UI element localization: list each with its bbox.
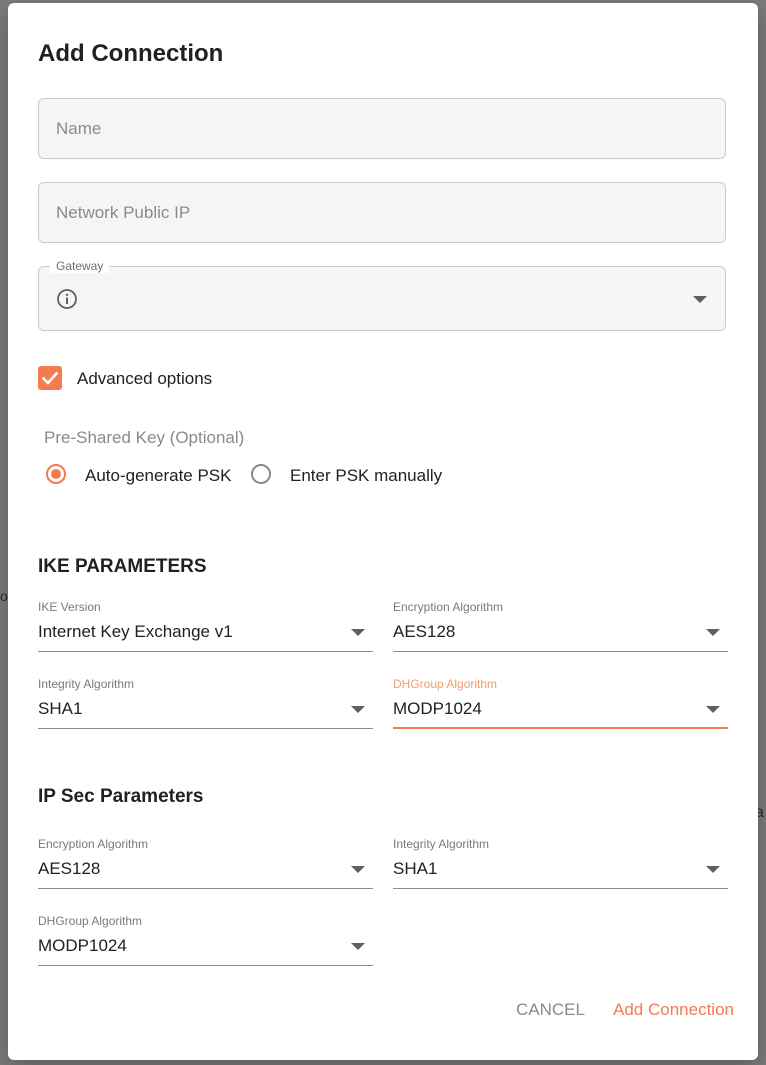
dropdown-arrow-icon (706, 706, 720, 713)
name-input[interactable] (39, 99, 725, 158)
field-label: IKE Version (38, 600, 101, 614)
ipsec-encryption-select[interactable]: Encryption Algorithm AES128 (38, 837, 373, 889)
field-underline (393, 651, 728, 652)
dropdown-arrow-icon (693, 296, 707, 303)
radio-unchecked-icon[interactable] (251, 464, 271, 484)
ike-integrity-select[interactable]: Integrity Algorithm SHA1 (38, 677, 373, 729)
ike-dhgroup-select[interactable]: DHGroup Algorithm MODP1024 (393, 677, 728, 729)
field-value: Internet Key Exchange v1 (38, 622, 233, 641)
psk-heading: Pre-Shared Key (Optional) (44, 428, 245, 447)
ike-parameters-heading: IKE PARAMETERS (38, 556, 207, 577)
field-label: DHGroup Algorithm (393, 677, 498, 691)
field-underline (38, 651, 373, 652)
field-label: Integrity Algorithm (393, 837, 490, 851)
dropdown-arrow-icon (351, 629, 365, 636)
gateway-select[interactable]: Gateway (38, 259, 726, 331)
field-label: DHGroup Algorithm (38, 914, 143, 928)
name-field[interactable] (38, 98, 726, 159)
field-label: Encryption Algorithm (38, 837, 149, 851)
public-ip-field[interactable] (38, 182, 726, 243)
field-label: Encryption Algorithm (393, 600, 504, 614)
radio-label: Auto-generate PSK (85, 466, 232, 485)
dropdown-arrow-icon (706, 866, 720, 873)
radio-label: Enter PSK manually (290, 466, 443, 485)
field-value: MODP1024 (393, 699, 482, 718)
ike-encryption-select[interactable]: Encryption Algorithm AES128 (393, 600, 728, 652)
advanced-options-checkbox[interactable] (38, 366, 62, 390)
gateway-label: Gateway (50, 259, 110, 273)
add-connection-button[interactable]: Add Connection (613, 1000, 734, 1020)
info-icon[interactable] (56, 288, 78, 310)
dropdown-arrow-icon (351, 943, 365, 950)
radio-checked-icon[interactable] (46, 464, 66, 484)
field-underline (393, 888, 728, 889)
field-value: AES128 (38, 859, 101, 878)
dropdown-arrow-icon (351, 706, 365, 713)
field-value: AES128 (393, 622, 456, 641)
field-underline (38, 965, 373, 966)
field-value: SHA1 (38, 699, 83, 718)
public-ip-input[interactable] (39, 183, 725, 242)
ipsec-dhgroup-select[interactable]: DHGroup Algorithm MODP1024 (38, 914, 373, 966)
backdrop-text-fragment: o (0, 588, 8, 604)
ike-version-select[interactable]: IKE Version Internet Key Exchange v1 (38, 600, 373, 652)
ipsec-integrity-select[interactable]: Integrity Algorithm SHA1 (393, 837, 728, 889)
add-connection-dialog: Add Connection Gateway Advanced options … (8, 3, 758, 1060)
field-underline (393, 727, 728, 729)
field-label: Integrity Algorithm (38, 677, 135, 691)
dropdown-arrow-icon (706, 629, 720, 636)
field-value: MODP1024 (38, 936, 127, 955)
cancel-button[interactable]: CANCEL (516, 1000, 585, 1020)
dropdown-arrow-icon (351, 866, 365, 873)
dialog-title: Add Connection (38, 40, 224, 67)
ipsec-parameters-heading: IP Sec Parameters (38, 786, 204, 807)
field-underline (38, 728, 373, 729)
advanced-options-label: Advanced options (77, 369, 213, 388)
field-underline (38, 888, 373, 889)
field-value: SHA1 (393, 859, 438, 878)
